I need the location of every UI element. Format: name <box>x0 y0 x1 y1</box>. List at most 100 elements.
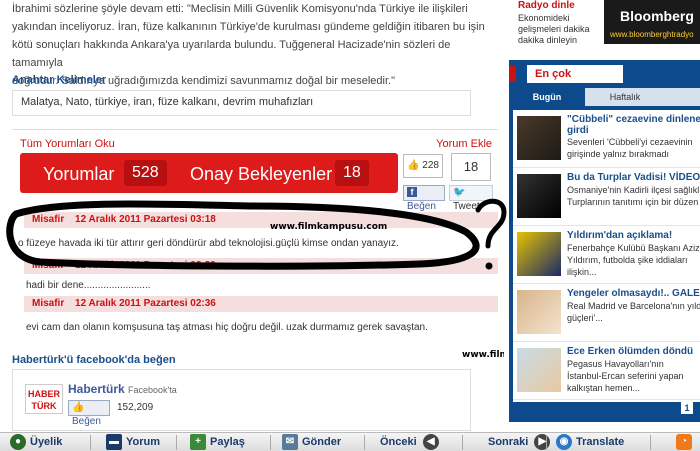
watermark-text: www.filmkampusu.com <box>270 222 388 232</box>
facebook-page-like-button[interactable]: 👍 Beğen <box>68 400 110 427</box>
page-like-count: 152,209 <box>117 402 154 413</box>
most-read-panel: En çok okunanlar Bugün Haftalık "Cübbeli… <box>509 60 700 422</box>
most-read-heading: En çok okunanlar <box>527 65 623 98</box>
read-all-comments-link[interactable]: Tüm Yorumları Oku <box>20 138 115 150</box>
tweet-count: 18 <box>451 153 491 181</box>
article-line: yakından inceliyoruz. İran, füze kalkanı… <box>12 21 485 33</box>
news-text: Pegasus Havayolları'nın <box>567 359 664 369</box>
next-label: Sonraki <box>488 436 529 448</box>
news-text: girişinde yalnız bırakmadı <box>567 149 670 159</box>
previous-button[interactable]: Önceki ◀ <box>380 434 443 451</box>
comment-button[interactable]: ▬ Yorum <box>106 434 160 451</box>
tab-weekly[interactable]: Haftalık <box>585 88 665 106</box>
news-text: Osmaniye'nin Kadirli ilçesi sağlıklı <box>567 185 700 195</box>
list-item[interactable]: Yengeler olmasaydı!.. GALERİ Real Madrid… <box>513 284 700 342</box>
comment-text: o füzeye havada iki tür attırır geri dön… <box>18 238 399 249</box>
comment-date: 12 Aralık 2011 Pazartesi 03:18 <box>75 214 216 225</box>
comments-section: Tüm Yorumları Oku Yorum Ekle Yorumlar 52… <box>12 129 498 343</box>
news-text: Real Madrid ve Barcelona'nın yıldız <box>567 301 700 311</box>
envelope-icon: ✉ <box>282 434 298 451</box>
thumbs-up-icon: 👍 <box>72 402 85 413</box>
globe-icon: ◉ <box>556 434 572 451</box>
toolbar-divider <box>462 435 463 450</box>
bloomberg-banner[interactable]: Bloomberg www.bloomberghtradyo <box>604 0 700 44</box>
comment-icon: ▬ <box>106 434 122 451</box>
membership-label: Üyelik <box>30 436 63 448</box>
news-thumbnail <box>517 174 561 218</box>
right-sidebar: Radyo dinle Ekonomideki gelişmeleri daki… <box>504 0 700 432</box>
next-button[interactable]: Sonraki ▶ <box>488 434 554 451</box>
tweet-label: Tweet <box>453 201 480 212</box>
tweet-button[interactable]: 🐦 Tweet <box>449 185 493 212</box>
facebook-icon: f <box>407 187 417 197</box>
bloomberg-url: www.bloomberghtradyo <box>610 30 694 39</box>
rss-icon: ◔ <box>676 434 692 451</box>
comment-header: Misafir 12 Aralık 2011 Pazartesi 03:18 <box>24 212 498 228</box>
news-title: Ece Erken ölümden döndü <box>567 346 694 357</box>
comments-tab-bar: Yorumlar 528 Onay Bekleyenler 18 <box>20 153 398 193</box>
previous-icon: ◀ <box>422 434 439 451</box>
send-label: Gönder <box>302 436 342 448</box>
toolbar-divider <box>650 435 651 450</box>
haberturk-logo: HABER TÜRK <box>25 384 63 414</box>
comment-date: 12 Aralık 2011 Pazartesi 02:39 <box>75 260 216 271</box>
news-text: Turplarının tanıtımı için bir düzen <box>567 197 699 207</box>
tab-comments[interactable]: Yorumlar <box>43 164 114 185</box>
comment-date: 12 Aralık 2011 Pazartesi 02:36 <box>75 298 216 309</box>
pending-count-badge: 18 <box>335 160 369 186</box>
facebook-page-name[interactable]: Habertürk Facebook'ta <box>68 382 177 396</box>
page-like-label: Beğen <box>72 416 101 427</box>
main-content: İbrahimi sözlerine şöyle devam etti: "Me… <box>0 0 579 432</box>
toolbar-divider <box>90 435 91 450</box>
share-button[interactable]: + Paylaş <box>190 434 245 451</box>
previous-label: Önceki <box>380 436 417 448</box>
news-thumbnail <box>517 290 561 334</box>
tab-more[interactable] <box>665 88 700 106</box>
share-icon: + <box>190 434 206 451</box>
send-button[interactable]: ✉ Gönder <box>282 434 341 451</box>
news-title: Bu da Turplar Vadisi! VİDEO <box>567 172 700 183</box>
list-item[interactable]: Bu da Turplar Vadisi! VİDEO Osmaniye'nin… <box>513 168 700 226</box>
facebook-like-button[interactable]: f Beğen <box>403 185 445 212</box>
tab-pending[interactable]: Onay Bekleyenler <box>190 164 332 185</box>
list-item[interactable]: Yıldırım'dan açıklama! Fenerbahçe Kulübü… <box>513 226 700 284</box>
keywords-box[interactable]: Malatya, Nato, türkiye, iran, füze kalka… <box>12 90 471 116</box>
news-thumbnail <box>517 116 561 160</box>
facebook-box-heading: Habertürk'ü facebook'da beğen <box>12 354 176 366</box>
news-title: "Cübbeli" cezaevine dinlenecek <box>567 114 700 125</box>
accent-bar <box>509 66 516 82</box>
membership-button[interactable]: ● Üyelik <box>10 434 62 451</box>
article-line: İbrahimi sözlerine şöyle devam etti: "Me… <box>12 3 468 15</box>
rss-button[interactable]: ◔ <box>676 434 696 451</box>
pagination: 1 <box>659 402 700 416</box>
news-text: İstanbul-Ercan seferini yapan <box>567 371 684 381</box>
facebook-like-box: HABER TÜRK Habertürk Facebook'ta 👍 Beğen… <box>12 369 471 431</box>
news-title: Yengeler olmasaydı!.. GALERİ <box>567 288 700 299</box>
comment-text: hadi bir dene........................ <box>26 280 151 291</box>
next-icon: ▶ <box>534 434 551 451</box>
tab-today[interactable]: Bugün <box>509 88 585 106</box>
news-text: Fenerbahçe Kulübü Başkanı Aziz <box>567 243 700 253</box>
translate-button[interactable]: ◉ Translate <box>556 434 624 451</box>
twitter-bird-icon: 🐦 <box>453 187 466 198</box>
list-item[interactable]: "Cübbeli" cezaevine dinlenecek girdi Sev… <box>513 110 700 168</box>
page-number-button[interactable]: 1 <box>681 402 693 414</box>
news-text: Yıldırım, futbolda şike iddiaları <box>567 255 688 265</box>
bloomberg-title: Bloomberg <box>620 8 694 24</box>
page-sub-text: Facebook'ta <box>128 385 177 395</box>
thumbs-up-icon: 👍 <box>407 160 420 171</box>
comment-header: Misafir 12 Aralık 2011 Pazartesi 02:36 <box>24 296 498 312</box>
facebook-like-count-value: 228 <box>422 160 439 171</box>
list-item[interactable]: Ece Erken ölümden döndü Pegasus Havayoll… <box>513 342 700 400</box>
facebook-like-label: Beğen <box>407 201 436 212</box>
radio-text: Ekonomideki gelişmeleri dakika dakika di… <box>518 13 590 45</box>
radio-title: Radyo dinle <box>518 0 575 11</box>
user-icon: ● <box>10 434 26 451</box>
radio-promo[interactable]: Radyo dinle Ekonomideki gelişmeleri daki… <box>510 0 700 50</box>
news-title: girdi <box>567 125 589 136</box>
comment-header: Misafir 12 Aralık 2011 Pazartesi 02:39 <box>24 258 498 274</box>
news-title: Yıldırım'dan açıklama! <box>567 230 673 241</box>
add-comment-link[interactable]: Yorum Ekle <box>436 138 492 150</box>
comment-author: Misafir <box>32 260 65 271</box>
news-text: ilişkin... <box>567 267 597 277</box>
